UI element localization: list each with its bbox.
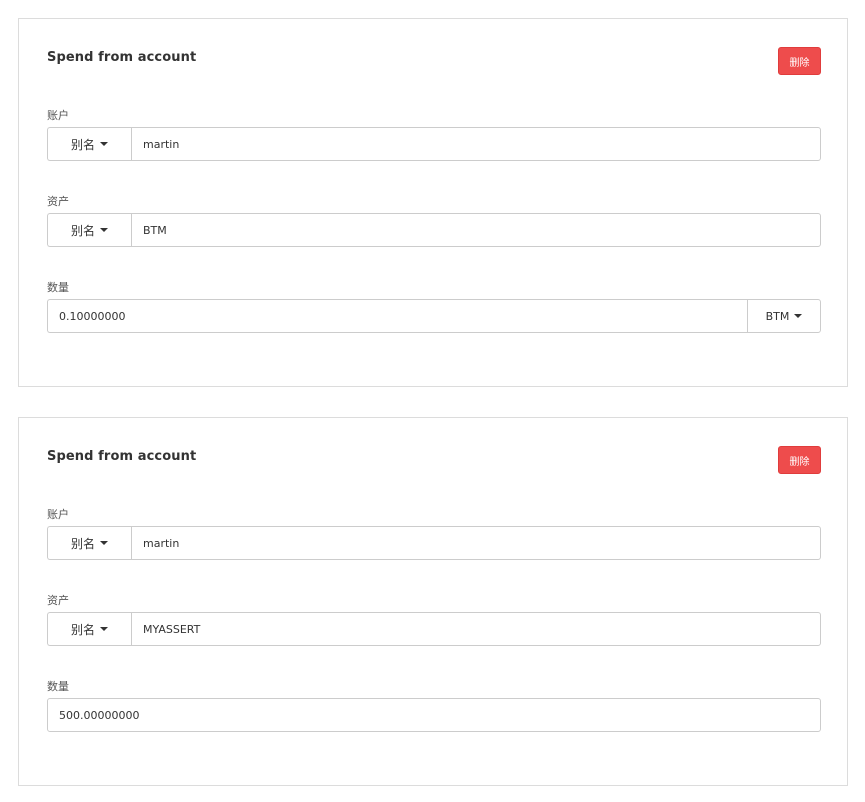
caret-down-icon: [100, 541, 108, 545]
asset-mode-label: 别名: [70, 223, 95, 238]
caret-down-icon: [100, 142, 108, 146]
account-label: 账户: [47, 109, 69, 122]
account-input[interactable]: [131, 127, 821, 161]
spend-from-account-panel: Spend from account 删除 账户 别名 资产 别名 数量 BTM: [18, 18, 848, 387]
asset-mode-label: 别名: [70, 622, 95, 637]
account-mode-label: 别名: [70, 536, 95, 551]
amount-unit-label: BTM: [765, 309, 790, 323]
asset-input[interactable]: [131, 213, 821, 247]
amount-label: 数量: [47, 281, 69, 294]
account-mode-dropdown[interactable]: 别名: [47, 526, 131, 560]
amount-input[interactable]: [47, 299, 747, 333]
caret-down-icon: [100, 228, 108, 232]
amount-input-group: [47, 698, 821, 732]
delete-button[interactable]: 删除: [778, 446, 821, 474]
asset-mode-dropdown[interactable]: 别名: [47, 612, 131, 646]
asset-label: 资产: [47, 594, 69, 607]
asset-input[interactable]: [131, 612, 821, 646]
amount-unit-dropdown[interactable]: BTM: [747, 299, 821, 333]
account-input-group: 别名: [47, 526, 821, 560]
caret-down-icon: [100, 627, 108, 631]
asset-mode-dropdown[interactable]: 别名: [47, 213, 131, 247]
amount-input[interactable]: [47, 698, 821, 732]
amount-label: 数量: [47, 680, 69, 693]
account-label: 账户: [47, 508, 69, 521]
panel-title: Spend from account: [47, 449, 197, 464]
caret-down-icon: [794, 314, 803, 318]
account-input-group: 别名: [47, 127, 821, 161]
amount-input-group: BTM: [47, 299, 821, 333]
asset-input-group: 别名: [47, 213, 821, 247]
account-mode-dropdown[interactable]: 别名: [47, 127, 131, 161]
asset-input-group: 别名: [47, 612, 821, 646]
delete-button[interactable]: 删除: [778, 47, 821, 75]
spend-from-account-panel: Spend from account 删除 账户 别名 资产 别名 数量: [18, 417, 848, 786]
account-input[interactable]: [131, 526, 821, 560]
asset-label: 资产: [47, 195, 69, 208]
account-mode-label: 别名: [70, 137, 95, 152]
panel-title: Spend from account: [47, 50, 197, 65]
